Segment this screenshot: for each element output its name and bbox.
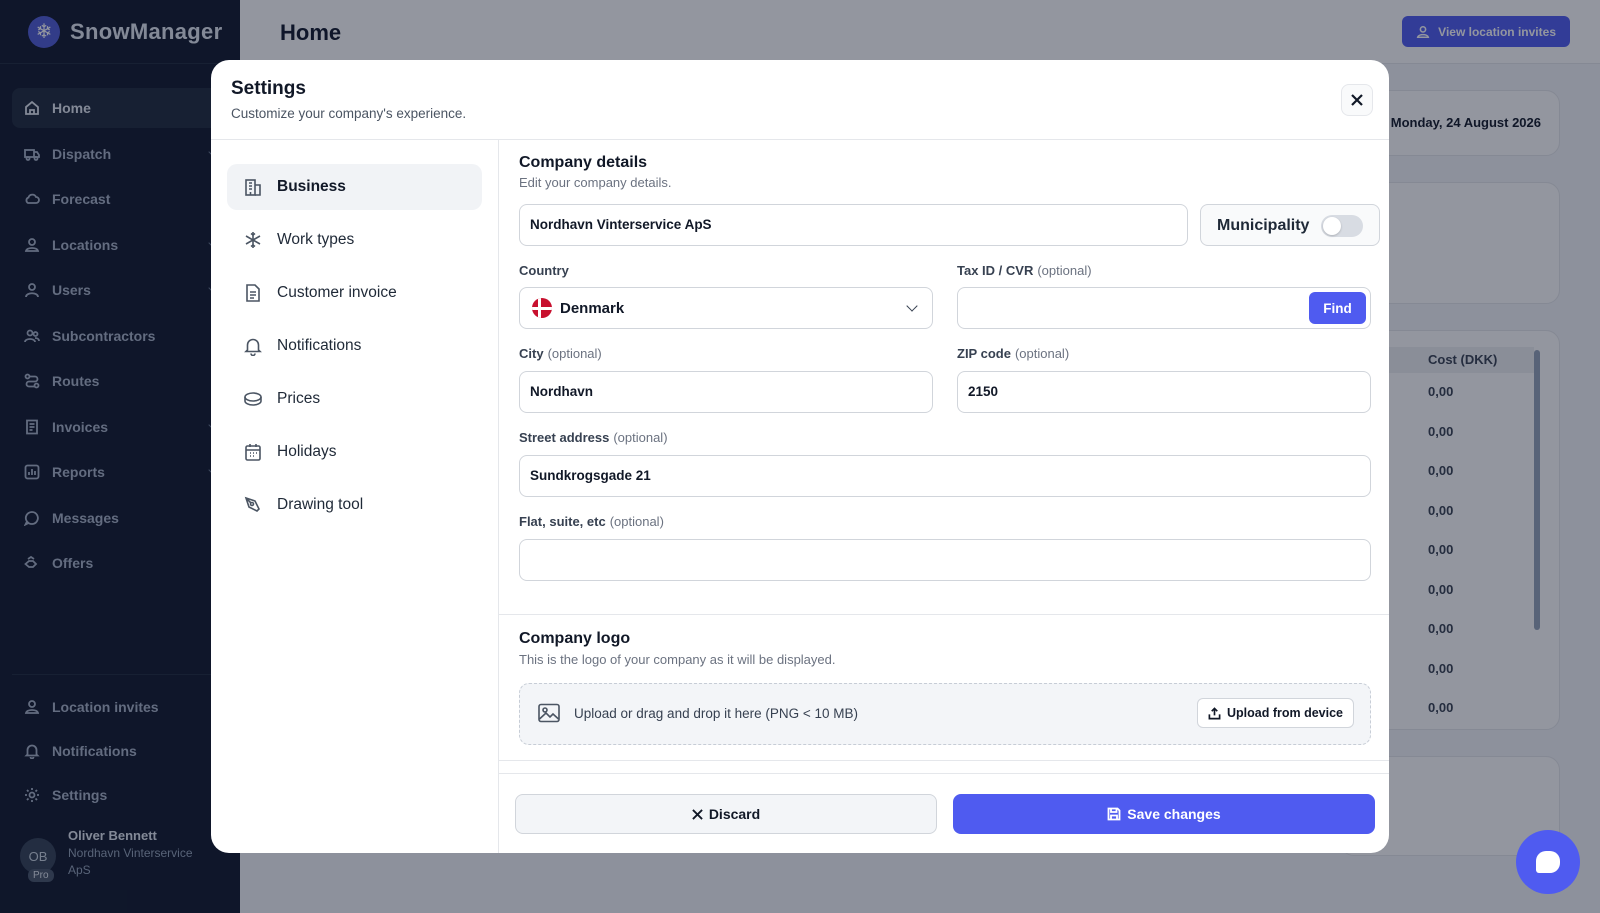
municipality-toggle[interactable] (1321, 215, 1363, 237)
tax-id-label-text: Tax ID / CVR (957, 263, 1034, 278)
chat-bubble-icon (1536, 851, 1560, 873)
logo-dropzone[interactable]: Upload or drag and drop it here (PNG < 1… (519, 683, 1371, 745)
tab-customer-invoice[interactable]: Customer invoice (227, 270, 482, 316)
company-logo-title: Company logo (519, 630, 631, 647)
city-label-text: City (519, 346, 544, 361)
company-details-title: Company details (519, 154, 648, 171)
denmark-flag-icon (532, 298, 552, 318)
pen-tool-icon (243, 495, 263, 515)
zip-code-label: ZIP code (optional) (957, 346, 1069, 361)
country-label-text: Country (519, 263, 569, 278)
settings-modal: Settings Customize your company's experi… (211, 60, 1389, 853)
snowflake-icon (243, 230, 263, 250)
image-icon (538, 703, 560, 723)
close-button[interactable] (1341, 84, 1373, 116)
tax-id-label: Tax ID / CVR (optional) (957, 263, 1092, 278)
tab-work-types[interactable]: Work types (227, 217, 482, 263)
tab-label: Notifications (277, 337, 362, 354)
chevron-down-icon (906, 300, 918, 312)
section-divider (499, 760, 1389, 761)
company-name-input[interactable]: Nordhavn Vinterservice ApS (519, 204, 1188, 246)
upload-button-label: Upload from device (1227, 706, 1343, 720)
modal-footer: Discard Save changes (499, 773, 1389, 853)
optional-hint: (optional) (1037, 263, 1092, 278)
country-select[interactable]: Denmark (519, 287, 933, 329)
zip-code-label-text: ZIP code (957, 346, 1011, 361)
save-icon (1107, 807, 1121, 821)
tab-label: Prices (277, 390, 321, 407)
optional-hint: (optional) (609, 514, 664, 529)
find-button[interactable]: Find (1309, 292, 1366, 324)
dropzone-text: Upload or drag and drop it here (PNG < 1… (574, 706, 859, 721)
tab-label: Holidays (277, 443, 337, 460)
building-icon (243, 177, 263, 197)
country-value: Denmark (560, 299, 625, 317)
tab-label: Customer invoice (277, 284, 397, 301)
save-changes-button[interactable]: Save changes (953, 794, 1375, 834)
optional-hint: (optional) (1014, 346, 1070, 361)
company-details-subtitle: Edit your company details. (519, 175, 672, 190)
street-address-input[interactable]: Sundkrogsgade 21 (519, 455, 1371, 497)
close-icon (692, 808, 703, 820)
optional-hint: (optional) (547, 346, 602, 361)
upload-icon (1208, 706, 1221, 719)
country-label: Country (519, 263, 569, 278)
zip-code-input[interactable]: 2150 (957, 371, 1371, 413)
save-changes-label: Save changes (1127, 806, 1221, 822)
close-icon (1351, 94, 1363, 106)
street-label-text: Street address (519, 430, 610, 445)
municipality-toggle-box: Municipality (1200, 204, 1380, 246)
coins-icon (243, 389, 263, 409)
tab-label: Business (277, 178, 346, 195)
modal-subtitle: Customize your company's experience. (231, 106, 467, 121)
city-label: City (optional) (519, 346, 602, 361)
flat-label-text: Flat, suite, etc (519, 514, 606, 529)
modal-header: Settings Customize your company's experi… (211, 60, 1389, 140)
flat-suite-input[interactable] (519, 539, 1371, 581)
tax-id-input[interactable]: Find (957, 287, 1371, 329)
chat-launcher-button[interactable] (1516, 830, 1580, 894)
discard-button[interactable]: Discard (515, 794, 937, 834)
tab-drawing-tool[interactable]: Drawing tool (227, 482, 482, 528)
upload-from-device-button[interactable]: Upload from device (1197, 698, 1354, 728)
tab-prices[interactable]: Prices (227, 376, 482, 422)
street-address-label: Street address (optional) (519, 430, 668, 445)
section-divider (499, 614, 1389, 615)
discard-label: Discard (708, 806, 761, 822)
company-logo-subtitle: This is the logo of your company as it w… (519, 652, 836, 667)
flat-suite-label: Flat, suite, etc (optional) (519, 514, 664, 529)
tab-label: Work types (277, 231, 355, 248)
bell-icon (243, 336, 263, 356)
tab-holidays[interactable]: Holidays (227, 429, 482, 475)
tab-notifications[interactable]: Notifications (227, 323, 482, 369)
tab-label: Drawing tool (277, 496, 364, 513)
optional-hint: (optional) (613, 430, 668, 445)
tab-business[interactable]: Business (227, 164, 482, 210)
municipality-label: Municipality (1217, 217, 1310, 234)
document-icon (243, 283, 263, 303)
calendar-icon (243, 442, 263, 462)
city-input[interactable]: Nordhavn (519, 371, 933, 413)
settings-tabs: Business Work types Customer invoice Not… (211, 140, 499, 853)
business-settings-panel: Company details Edit your company detail… (499, 140, 1389, 773)
modal-title: Settings (231, 78, 306, 99)
